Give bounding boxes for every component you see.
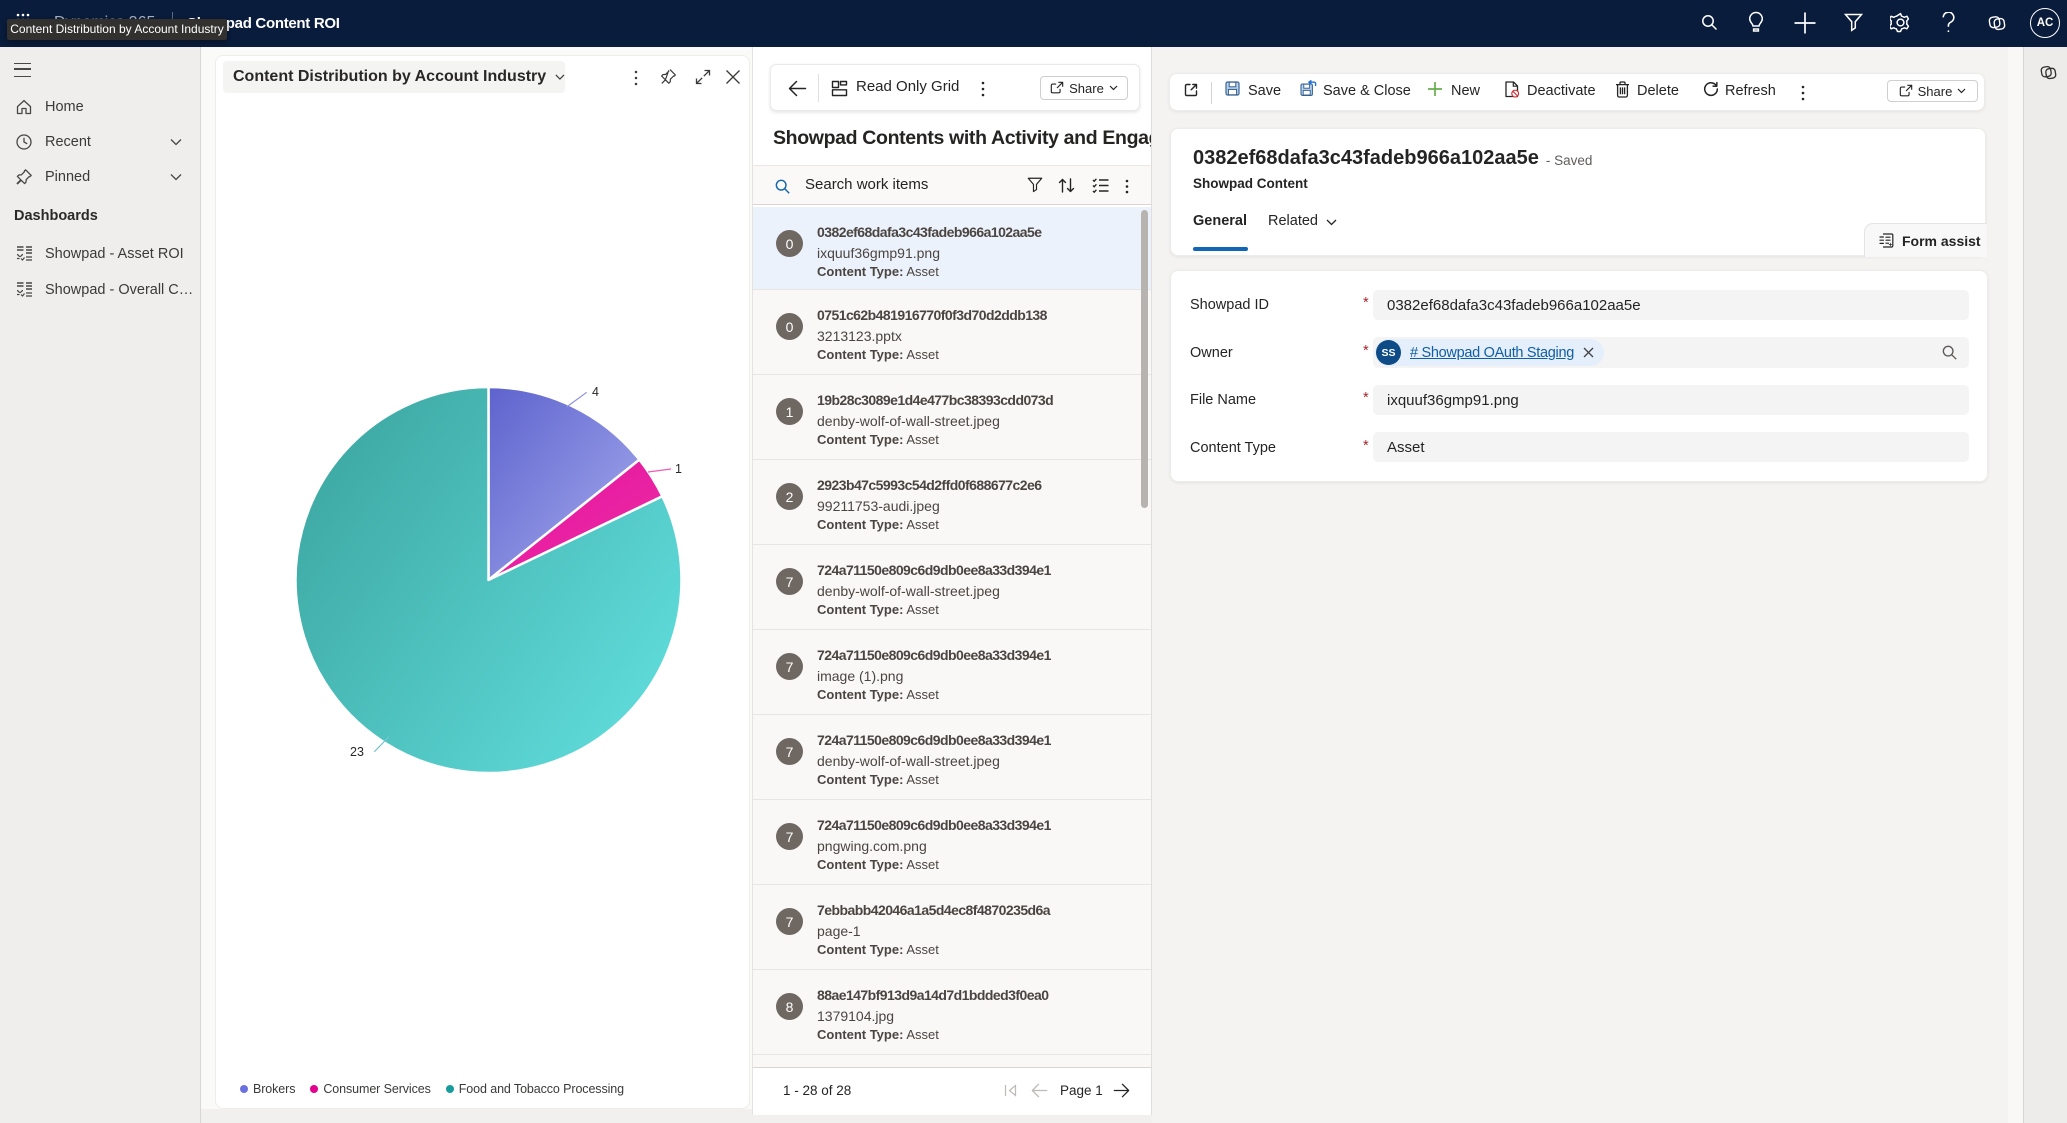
svg-text:4: 4: [592, 385, 599, 399]
svg-text:1: 1: [675, 462, 682, 476]
svg-text:23: 23: [350, 745, 364, 759]
